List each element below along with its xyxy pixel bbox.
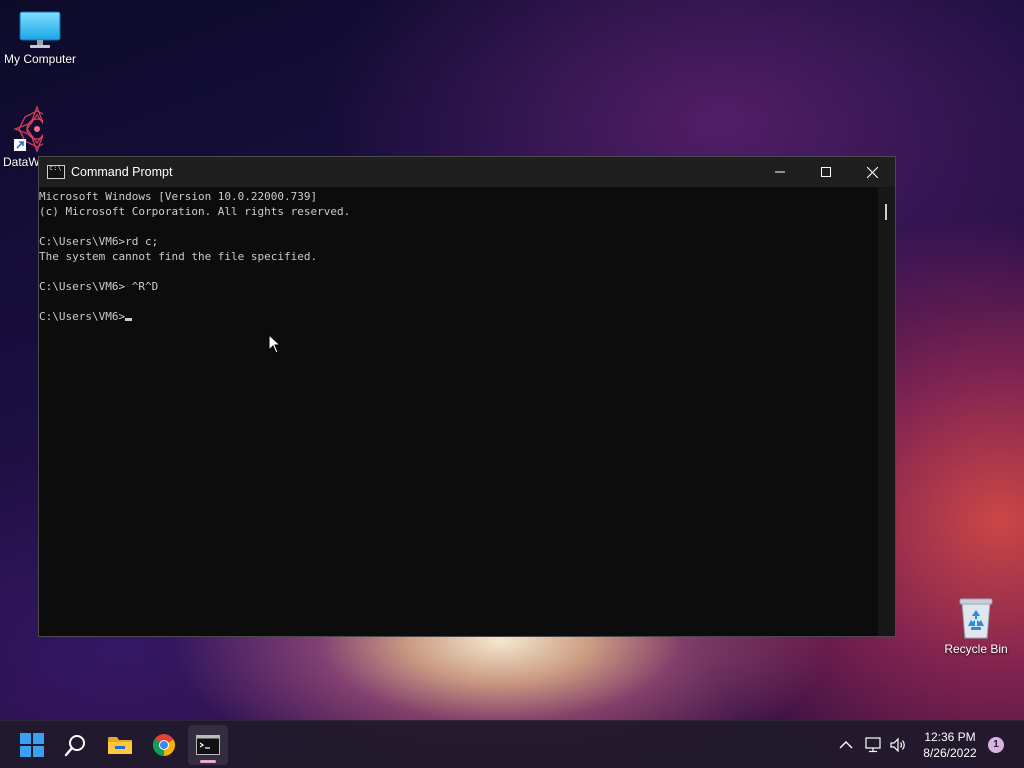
window-controls	[757, 157, 895, 187]
minimize-icon	[775, 171, 785, 173]
volume-icon	[890, 737, 905, 753]
close-button[interactable]	[849, 157, 895, 187]
active-app-indicator	[200, 760, 216, 763]
taskbar: 12:36 PM 8/26/2022 1	[0, 720, 1024, 768]
datawrapper-icon	[13, 105, 43, 153]
clock-time: 12:36 PM	[924, 730, 976, 744]
window-titlebar[interactable]: Command Prompt	[39, 157, 895, 187]
desktop-icon-dataw[interactable]: DataW	[0, 105, 43, 169]
network-icon	[865, 737, 881, 753]
vertical-scrollbar[interactable]	[878, 187, 895, 636]
chrome-button[interactable]	[144, 725, 184, 765]
desktop-icon-recycle-bin[interactable]: Recycle Bin	[936, 596, 1016, 656]
maximize-icon	[821, 167, 831, 177]
file-explorer-button[interactable]	[100, 725, 140, 765]
mouse-pointer-icon	[268, 334, 282, 354]
console-line: (c) Microsoft Corporation. All rights re…	[39, 205, 351, 218]
monitor-icon	[19, 11, 61, 48]
maximize-button[interactable]	[803, 157, 849, 187]
start-button[interactable]	[12, 725, 52, 765]
command-prompt-taskbar-button[interactable]	[188, 725, 228, 765]
terminal-icon	[196, 735, 220, 755]
notification-badge[interactable]: 1	[988, 737, 1004, 753]
search-icon	[64, 735, 85, 757]
recycle-bin-icon	[959, 598, 993, 639]
desktop-icon-label: DataW	[3, 155, 40, 169]
volume-button[interactable]	[888, 735, 908, 755]
windows-start-icon	[20, 733, 44, 757]
chrome-icon	[153, 734, 175, 756]
network-button[interactable]	[863, 735, 883, 755]
desktop-icon-my-computer[interactable]: My Computer	[0, 8, 80, 66]
desktop-icon-label: Recycle Bin	[944, 642, 1008, 656]
show-hidden-icons-button[interactable]	[836, 735, 856, 755]
folder-icon	[108, 737, 132, 754]
text-cursor	[125, 318, 133, 321]
taskbar-clock[interactable]: 12:36 PM 8/26/2022	[912, 729, 988, 761]
console-line: The system cannot find the file specifie…	[39, 250, 318, 263]
cmd-icon	[47, 164, 65, 179]
minimize-button[interactable]	[757, 157, 803, 187]
console-prompt: C:\Users\VM6>	[39, 310, 126, 323]
desktop-icon-label: My Computer	[3, 52, 77, 66]
console-line: C:\Users\VM6> ^R^D	[39, 280, 159, 293]
console-line: Microsoft Windows [Version 10.0.22000.73…	[39, 190, 318, 203]
console-prompt-line[interactable]: C:\Users\VM6>	[39, 309, 877, 324]
command-prompt-window[interactable]: Command Prompt Microsoft Windows [Versio…	[38, 156, 896, 637]
scrollbar-thumb[interactable]	[885, 204, 887, 220]
search-button[interactable]	[56, 725, 96, 765]
console-line: C:\Users\VM6>rd c;	[39, 235, 159, 248]
console-output[interactable]: Microsoft Windows [Version 10.0.22000.73…	[39, 187, 877, 636]
clock-date: 8/26/2022	[923, 746, 977, 760]
close-icon	[866, 166, 878, 178]
chevron-up-icon	[839, 741, 853, 749]
window-title: Command Prompt	[71, 165, 173, 179]
